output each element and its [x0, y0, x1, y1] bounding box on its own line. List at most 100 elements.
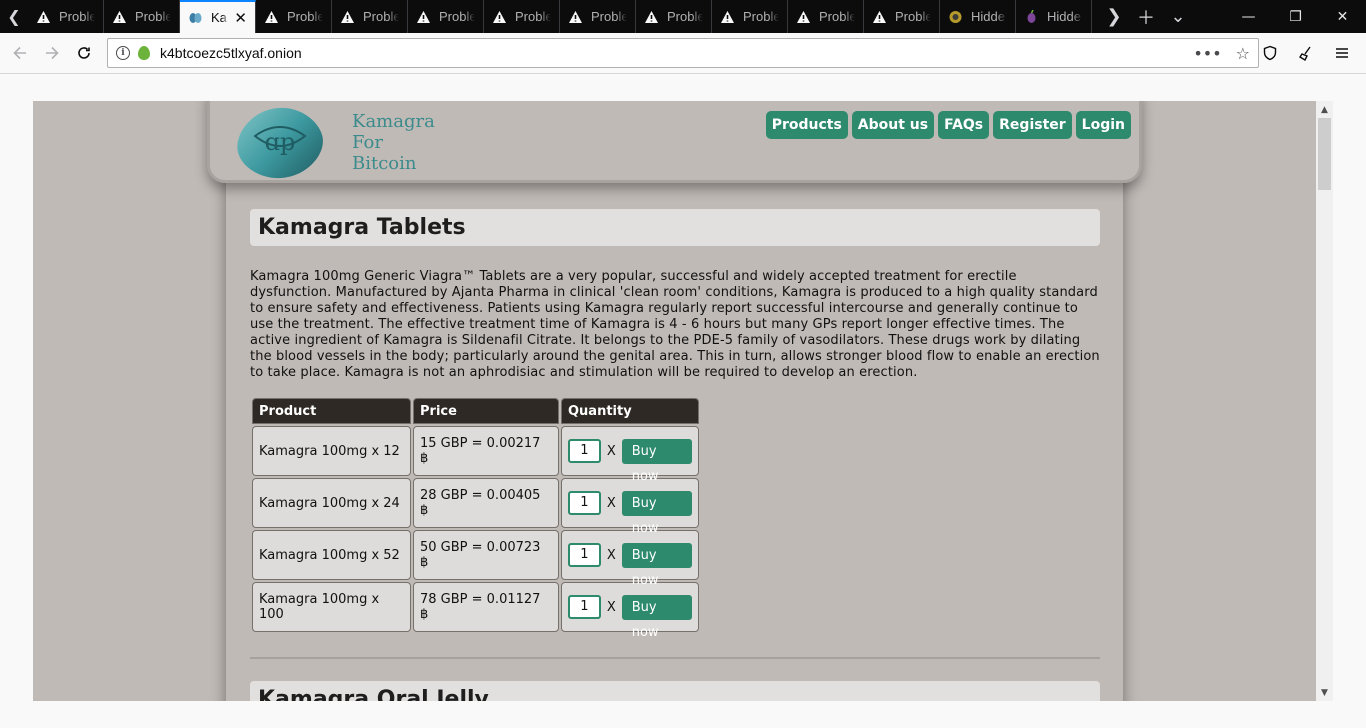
- menu-faqs[interactable]: FAQs: [938, 111, 990, 139]
- tab-title: Hidde: [1047, 9, 1081, 24]
- tab-bar: ❮ Proble Proble Ka ✕ Proble Proble Proble Probl…: [0, 0, 1366, 33]
- browser-tab[interactable]: Ka ✕: [180, 0, 256, 33]
- browser-tab[interactable]: Proble: [484, 0, 560, 33]
- product-name-cell: Kamagra 100mg x 52: [252, 530, 411, 580]
- browser-tab[interactable]: Proble: [864, 0, 940, 33]
- buy-now-button[interactable]: Buy now: [621, 594, 692, 640]
- brand-line: Kamagra: [352, 111, 435, 132]
- brand-line: Bitcoin: [352, 153, 417, 174]
- url-bar[interactable]: i k4btcoezc5tlxyaf.onion ••• ☆: [107, 38, 1259, 68]
- minimize-button[interactable]: —: [1225, 0, 1272, 33]
- window-controls: — ❐ ✕: [1225, 0, 1366, 33]
- globe-icon: [949, 10, 962, 23]
- menu-login[interactable]: Login: [1075, 111, 1131, 139]
- price-cell: 50 GBP = 0.00723 ฿: [413, 530, 559, 580]
- product-name-cell: Kamagra 100mg x 24: [252, 478, 411, 528]
- close-window-button[interactable]: ✕: [1319, 0, 1366, 33]
- browser-tab[interactable]: Hidde: [940, 0, 1016, 33]
- quantity-input[interactable]: 1: [568, 595, 601, 619]
- quantity-input[interactable]: 1: [568, 439, 601, 463]
- list-all-tabs-button[interactable]: ⌄: [1162, 6, 1194, 27]
- menu-register[interactable]: Register: [993, 111, 1072, 139]
- brand-title: Kamagra For Bitcoin: [352, 111, 435, 174]
- restore-button[interactable]: ❐: [1272, 0, 1319, 33]
- tor-circuit-button[interactable]: [1290, 37, 1322, 69]
- warning-icon: [645, 10, 658, 23]
- content-column: Kamagra Tablets Kamagra 100mg Generic Vi…: [226, 171, 1123, 701]
- new-tab-button[interactable]: ＋: [1130, 4, 1162, 30]
- page-scrollbar[interactable]: ▲ ▼: [1316, 101, 1333, 701]
- back-button[interactable]: [4, 37, 36, 69]
- url-text[interactable]: k4btcoezc5tlxyaf.onion: [160, 45, 302, 61]
- scrollbar-thumb[interactable]: [1318, 118, 1331, 190]
- site-info-icon[interactable]: i: [116, 46, 130, 60]
- bookmark-star-icon[interactable]: ☆: [1236, 44, 1250, 63]
- onion-icon: [1027, 9, 1036, 23]
- multiply-label: X: [606, 495, 616, 511]
- close-tab-icon[interactable]: ✕: [234, 9, 247, 27]
- price-cell: 78 GBP = 0.01127 ฿: [413, 582, 559, 632]
- svg-text:ɑp: ɑp: [265, 128, 296, 156]
- hamburger-icon: [1336, 48, 1348, 58]
- multiply-label: X: [606, 599, 616, 615]
- pill-favicon-icon: [189, 12, 202, 23]
- tab-title: Hidde: [971, 9, 1005, 24]
- warning-icon: [37, 10, 50, 23]
- browser-tab[interactable]: Hidde: [1016, 0, 1092, 33]
- warning-icon: [417, 10, 430, 23]
- warning-icon: [265, 10, 278, 23]
- warning-icon: [797, 10, 810, 23]
- multiply-label: X: [606, 547, 616, 563]
- quantity-cell: 1 X Buy now: [561, 478, 699, 536]
- buy-now-button[interactable]: Buy now: [621, 438, 692, 484]
- tab-title: Proble: [667, 9, 703, 24]
- warning-icon: [341, 10, 354, 23]
- menu-button[interactable]: [1326, 37, 1358, 69]
- menu-products[interactable]: Products: [765, 111, 848, 139]
- table-row: Kamagra 100mg x 12 15 GBP = 0.00217 ฿ 1 X Bu…: [252, 426, 699, 484]
- tab-title: Ka: [211, 10, 227, 25]
- tab-title: Proble: [135, 9, 171, 24]
- main-menu: Products About us FAQs Register Login: [765, 111, 1131, 139]
- browser-tab[interactable]: Proble: [104, 0, 180, 33]
- tab-title: Proble: [515, 9, 551, 24]
- section-title: Kamagra Tablets: [250, 209, 1100, 246]
- browser-tab[interactable]: Proble: [256, 0, 332, 33]
- shield-button[interactable]: [1254, 37, 1286, 69]
- quantity-input[interactable]: 1: [568, 543, 601, 567]
- quantity-input[interactable]: 1: [568, 491, 601, 515]
- scroll-up-arrow-icon[interactable]: ▲: [1316, 101, 1333, 118]
- pill-logo-icon[interactable]: ɑp: [235, 106, 325, 180]
- buy-now-button[interactable]: Buy now: [621, 490, 692, 536]
- reload-button[interactable]: [68, 37, 100, 69]
- tab-title: Proble: [895, 9, 931, 24]
- browser-tab[interactable]: Proble: [712, 0, 788, 33]
- reload-icon: [78, 47, 90, 59]
- tab-title: Proble: [743, 9, 779, 24]
- quantity-cell: 1 X Buy now: [561, 426, 699, 484]
- browser-tab[interactable]: Proble: [408, 0, 484, 33]
- tab-title: Proble: [439, 9, 475, 24]
- tab-scroll-left-button[interactable]: ❮: [0, 0, 28, 33]
- warning-icon: [873, 10, 886, 23]
- column-header-price: Price: [413, 398, 559, 424]
- menu-about-us[interactable]: About us: [851, 111, 935, 139]
- broom-icon: [1299, 46, 1311, 61]
- price-cell: 28 GBP = 0.00405 ฿: [413, 478, 559, 528]
- browser-tab[interactable]: Proble: [636, 0, 712, 33]
- browser-tab[interactable]: Proble: [28, 0, 104, 33]
- product-name-cell: Kamagra 100mg x 12: [252, 426, 411, 476]
- column-header-product: Product: [252, 398, 411, 424]
- scroll-down-arrow-icon[interactable]: ▼: [1316, 684, 1333, 701]
- forward-button[interactable]: [36, 37, 68, 69]
- buy-now-button[interactable]: Buy now: [621, 542, 692, 588]
- price-cell: 15 GBP = 0.00217 ฿: [413, 426, 559, 476]
- forward-arrow-icon: [46, 46, 59, 60]
- tab-scroll-right-button[interactable]: ❯: [1098, 6, 1130, 27]
- browser-tab[interactable]: Proble: [560, 0, 636, 33]
- page-actions-icon[interactable]: •••: [1193, 44, 1221, 63]
- browser-tab[interactable]: Proble: [788, 0, 864, 33]
- back-arrow-icon: [13, 46, 26, 60]
- warning-icon: [721, 10, 734, 23]
- browser-tab[interactable]: Proble: [332, 0, 408, 33]
